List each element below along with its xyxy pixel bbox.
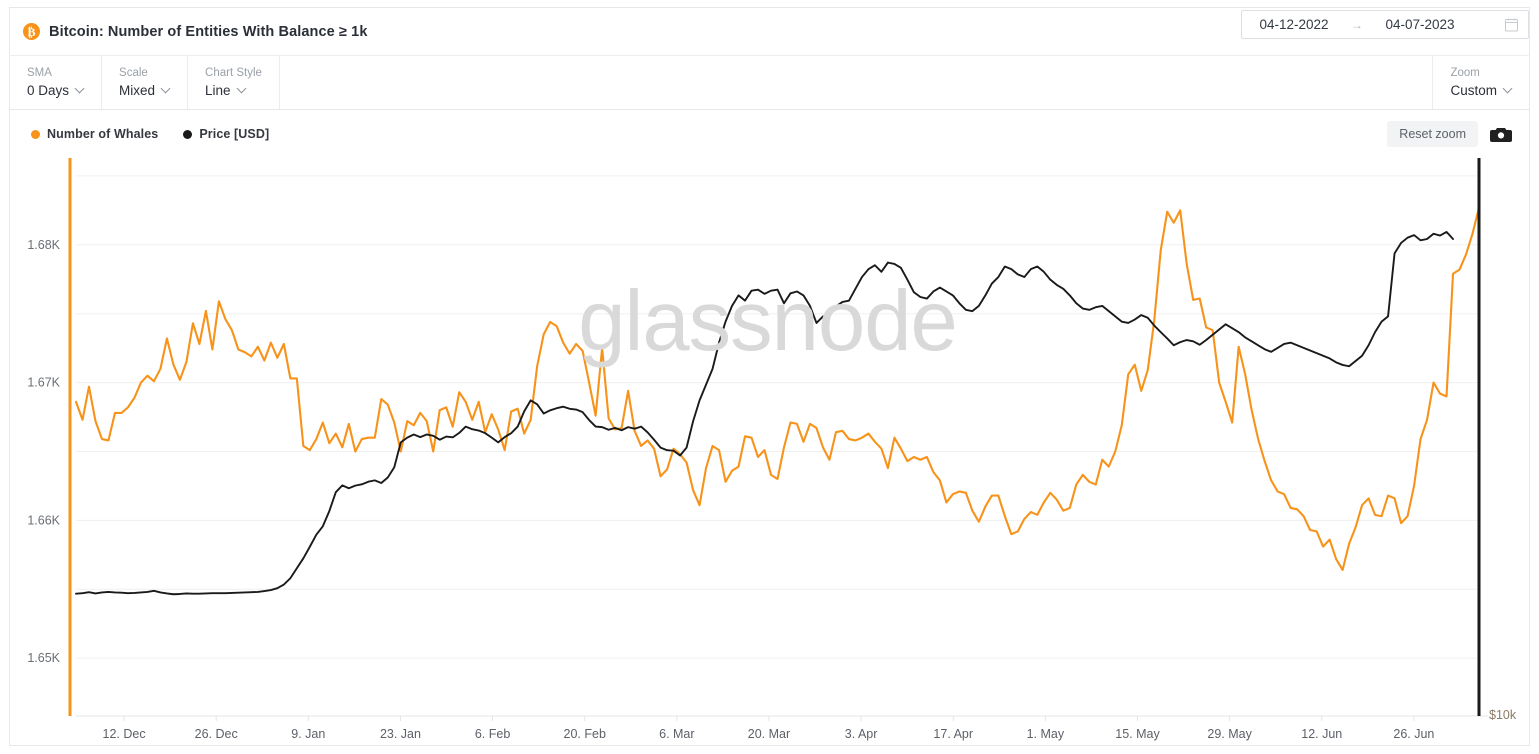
chevron-down-icon [76, 85, 84, 93]
svg-text:12. Dec: 12. Dec [103, 727, 146, 741]
chart-style-label: Chart Style [205, 67, 262, 79]
svg-text:12. Jun: 12. Jun [1301, 727, 1342, 741]
legend-label: Price [USD] [199, 127, 270, 141]
reset-zoom-button[interactable]: Reset zoom [1387, 121, 1478, 147]
date-to-input[interactable] [1368, 17, 1472, 32]
date-range-picker[interactable]: → [1241, 10, 1529, 39]
svg-text:1. May: 1. May [1027, 727, 1065, 741]
chart-toolbar: SMA 0 Days Scale Mixed Chart Style Line … [9, 55, 1530, 110]
legend-color-dot [183, 129, 193, 139]
date-from-input[interactable] [1242, 17, 1346, 32]
sma-value-text: 0 Days [27, 83, 70, 98]
svg-text:29. May: 29. May [1207, 727, 1252, 741]
svg-text:1.68K: 1.68K [27, 238, 60, 252]
scale-value-text: Mixed [119, 83, 156, 98]
svg-text:$10k: $10k [1489, 708, 1517, 722]
svg-text:6. Feb: 6. Feb [475, 727, 510, 741]
camera-icon[interactable] [1490, 126, 1512, 143]
svg-text:1.66K: 1.66K [27, 513, 60, 527]
chart-svg: 12. Dec 26. Dec 9. Jan 23. Jan 6. Feb 20. Feb… [27, 158, 1517, 741]
bitcoin-icon: ₿ [23, 23, 40, 40]
chart-style-value-text: Line [205, 83, 231, 98]
svg-text:15. May: 15. May [1115, 727, 1160, 741]
legend-label: Number of Whales [47, 127, 159, 141]
svg-text:20. Feb: 20. Feb [564, 727, 606, 741]
chart-style-control[interactable]: Chart Style Line [188, 56, 280, 109]
legend-item-price[interactable]: Price [USD] [183, 127, 269, 141]
sma-label: SMA [27, 67, 52, 79]
svg-text:26. Jun: 26. Jun [1393, 727, 1434, 741]
scale-control[interactable]: Scale Mixed [102, 56, 189, 109]
svg-text:1.67K: 1.67K [27, 376, 60, 390]
chart-legend-row: Number of Whales Price [USD] Reset zoom [9, 110, 1530, 158]
svg-text:1.65K: 1.65K [27, 651, 60, 665]
legend-item-whales[interactable]: Number of Whales [31, 127, 158, 141]
svg-text:20. Mar: 20. Mar [748, 727, 790, 741]
chart-plot-area[interactable]: 12. Dec 26. Dec 9. Jan 23. Jan 6. Feb 20. Feb… [9, 158, 1530, 746]
legend-items: Number of Whales Price [USD] [31, 127, 269, 141]
chevron-down-icon [238, 85, 246, 93]
zoom-label: Zoom [1450, 67, 1480, 79]
svg-text:26. Dec: 26. Dec [195, 727, 238, 741]
calendar-icon[interactable] [1505, 18, 1518, 32]
legend-color-dot [31, 129, 40, 139]
chevron-down-icon [1504, 85, 1512, 93]
svg-text:3. Apr: 3. Apr [845, 727, 878, 741]
zoom-control[interactable]: Zoom Custom [1432, 56, 1529, 109]
scale-value[interactable]: Mixed [119, 82, 170, 99]
zoom-value-text: Custom [1450, 83, 1497, 98]
glassnode-chart-app: ₿ Bitcoin: Number of Entities With Balan… [0, 0, 1539, 754]
svg-text:6. Mar: 6. Mar [659, 727, 694, 741]
zoom-value[interactable]: Custom [1450, 82, 1512, 99]
title-wrap: ₿ Bitcoin: Number of Entities With Balan… [23, 23, 367, 40]
svg-text:23. Jan: 23. Jan [380, 727, 421, 741]
sma-control[interactable]: SMA 0 Days [10, 56, 103, 109]
date-range-arrow: → [1351, 17, 1363, 32]
scale-label: Scale [119, 67, 148, 79]
svg-text:17. Apr: 17. Apr [933, 727, 973, 741]
svg-text:9. Jan: 9. Jan [291, 727, 325, 741]
legend-actions: Reset zoom [1387, 121, 1512, 147]
chevron-down-icon [162, 85, 170, 93]
sma-value[interactable]: 0 Days [27, 82, 84, 99]
chart-style-value[interactable]: Line [205, 82, 262, 99]
page-title: Bitcoin: Number of Entities With Balance… [49, 23, 368, 40]
